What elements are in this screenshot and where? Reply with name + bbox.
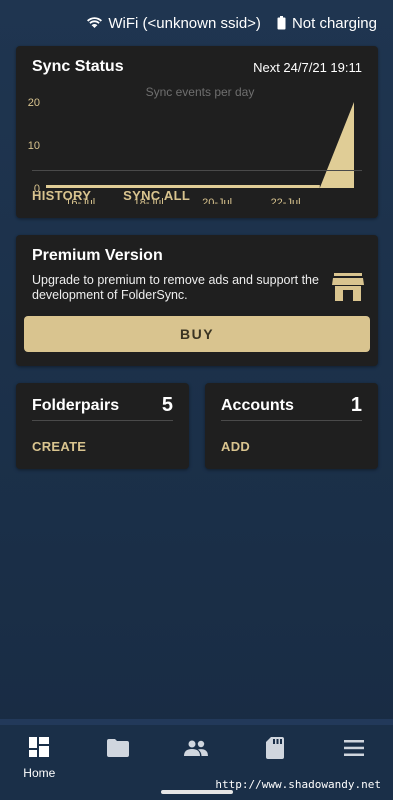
premium-description: Upgrade to premium to remove ads and sup…	[32, 273, 319, 302]
watermark: http://www.shadowandy.net	[215, 778, 381, 791]
home-indicator[interactable]	[161, 790, 233, 794]
history-button[interactable]: HISTORY	[32, 188, 91, 203]
sync-all-button[interactable]: SYNC ALL	[123, 188, 190, 203]
wifi-status: WiFi (<unknown ssid>)	[87, 15, 261, 32]
sync-divider	[32, 170, 362, 171]
y-tick-label: 10	[28, 140, 40, 152]
premium-title: Premium Version	[32, 247, 163, 264]
sync-status-card: Sync Status Next 24/7/21 19:11 Sync even…	[16, 46, 378, 218]
next-sync-time: Next 24/7/21 19:11	[253, 59, 362, 75]
folderpairs-card[interactable]: Folderpairs 5 CREATE	[16, 383, 189, 469]
wifi-text: WiFi (<unknown ssid>)	[108, 14, 261, 32]
nav-folders[interactable]	[88, 737, 148, 762]
accounts-divider	[221, 420, 362, 421]
nav-home[interactable]: Home	[9, 737, 69, 780]
accounts-count: 1	[350, 394, 362, 416]
accounts-card[interactable]: Accounts 1 ADD	[205, 383, 378, 469]
sync-area-series	[46, 102, 354, 188]
folderpairs-title: Folderpairs	[32, 396, 120, 414]
nav-home-label: Home	[23, 766, 56, 780]
nav-menu[interactable]	[324, 737, 384, 761]
battery-icon	[277, 16, 286, 30]
accounts-title: Accounts	[221, 396, 294, 414]
sd-card-icon	[266, 737, 285, 764]
sync-header: Sync Status Next 24/7/21 19:11	[32, 58, 362, 76]
create-button[interactable]: CREATE	[32, 439, 86, 454]
premium-card: Premium Version Upgrade to premium to re…	[16, 235, 378, 366]
accounts-header: Accounts 1	[221, 394, 362, 417]
folderpairs-count: 5	[161, 394, 173, 416]
status-bar: WiFi (<unknown ssid>) Not charging	[0, 0, 393, 46]
sync-actions: HISTORY SYNC ALL	[32, 188, 190, 203]
nav-accounts[interactable]	[166, 737, 226, 761]
folderpairs-divider	[32, 420, 173, 421]
home-icon	[29, 737, 50, 762]
nav-sd-card[interactable]	[245, 737, 305, 764]
y-tick-label: 20	[28, 97, 40, 109]
battery-text: Not charging	[291, 14, 377, 32]
store-icon	[332, 273, 364, 306]
wifi-icon	[87, 17, 103, 29]
menu-icon	[343, 737, 364, 761]
add-button[interactable]: ADD	[221, 439, 250, 454]
folder-icon	[106, 737, 129, 762]
sync-chart-svg: Sync events per day2010016-Jul 18-Jul 20-J…	[28, 85, 354, 209]
chart-title: Sync events per day	[146, 85, 255, 99]
sync-title: Sync Status	[32, 58, 124, 75]
buy-button[interactable]: BUY	[24, 316, 370, 352]
people-icon	[184, 737, 209, 761]
x-tick-label: 20-Jul	[202, 197, 232, 204]
folderpairs-header: Folderpairs 5	[32, 394, 173, 417]
battery-status: Not charging	[277, 15, 377, 32]
x-tick-label: 22-Jul	[271, 197, 301, 204]
